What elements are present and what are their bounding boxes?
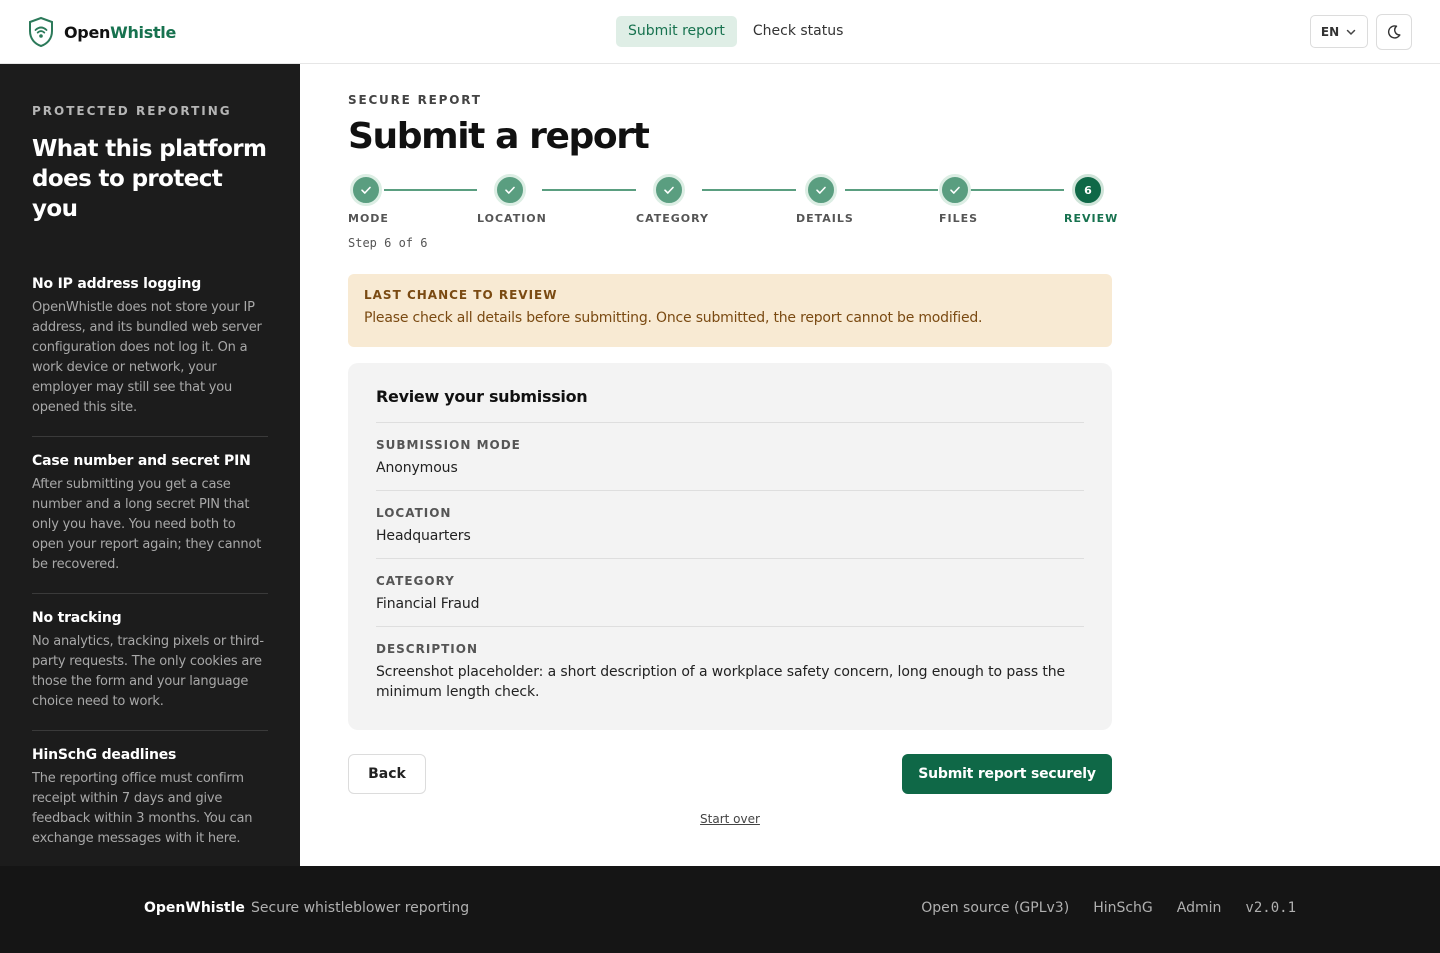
footer-link-admin[interactable]: Admin	[1177, 900, 1222, 916]
step-mode-check-icon	[350, 174, 382, 206]
top-header: OpenWhistle Submit report Check status E…	[0, 0, 1440, 64]
main-nav: Submit report Check status	[616, 16, 855, 47]
sidebar-list: No IP address logging OpenWhistle does n…	[32, 260, 268, 867]
page-footer: OpenWhistle Secure whistleblower reporti…	[0, 866, 1440, 953]
review-row-label: LOCATION	[376, 506, 452, 520]
protection-sidebar: PROTECTED REPORTING What this platform d…	[0, 64, 300, 866]
step-label-location: LOCATION	[477, 212, 547, 225]
review-row-mode: SUBMISSION MODE Anonymous	[376, 423, 1084, 491]
review-row-label: DESCRIPTION	[376, 642, 479, 656]
page-eyebrow: SECURE REPORT	[348, 93, 482, 107]
sidebar-item-body: No analytics, tracking pixels or third-p…	[32, 634, 264, 709]
review-card-title: Review your submission	[376, 387, 1084, 423]
footer-link-hinschg[interactable]: HinSchG	[1093, 900, 1153, 916]
footer-link-open-source[interactable]: Open source (GPLv3)	[921, 900, 1069, 916]
sidebar-item-title: No tracking	[32, 610, 122, 626]
step-location-check-icon	[494, 174, 526, 206]
review-row-category: CATEGORY Financial Fraud	[376, 559, 1084, 627]
footer-brand: OpenWhistle	[144, 900, 245, 916]
review-warning-alert: LAST CHANCE TO REVIEW Please check all d…	[348, 274, 1112, 347]
brand-logo[interactable]: OpenWhistle	[28, 16, 176, 48]
review-row-description: DESCRIPTION Screenshot placeholder: a sh…	[376, 627, 1084, 714]
step-connector	[970, 189, 1064, 191]
step-label-files: FILES	[939, 212, 979, 225]
review-row-value: Headquarters	[376, 528, 471, 544]
step-connector	[542, 189, 636, 191]
shield-wifi-icon	[29, 16, 53, 48]
start-over-link[interactable]: Start over	[348, 812, 1112, 826]
step-label-details: DETAILS	[796, 212, 854, 225]
step-details-check-icon	[805, 174, 837, 206]
review-row-value: Anonymous	[376, 460, 458, 476]
submit-report-button[interactable]: Submit report securely	[902, 754, 1112, 794]
chevron-down-icon	[1346, 29, 1356, 35]
step-category-check-icon	[653, 174, 685, 206]
sidebar-item-title: HinSchG deadlines	[32, 747, 177, 763]
step-count: Step 6 of 6	[348, 236, 428, 250]
sidebar-item-deadlines: HinSchG deadlines The reporting office m…	[32, 731, 268, 867]
sidebar-item-title: No IP address logging	[32, 276, 202, 292]
sidebar-item-case-pin: Case number and secret PIN After submitt…	[32, 437, 268, 594]
nav-submit-report[interactable]: Submit report	[616, 16, 737, 47]
form-actions: Back Submit report securely	[348, 754, 1112, 794]
step-connector	[702, 189, 796, 191]
review-row-label: CATEGORY	[376, 574, 455, 588]
step-review-number: 6	[1072, 174, 1104, 206]
review-summary-card: Review your submission SUBMISSION MODE A…	[348, 363, 1112, 730]
progress-stepper: MODE LOCATION CATEGORY DETAILS FILES 6 R…	[348, 174, 1117, 234]
footer-version: v2.0.1	[1245, 900, 1296, 916]
sidebar-item-body: The reporting office must confirm receip…	[32, 771, 253, 846]
nav-check-status[interactable]: Check status	[741, 16, 856, 47]
footer-links: Open source (GPLv3) HinSchG Admin v2.0.1	[921, 900, 1296, 916]
review-row-value: Screenshot placeholder: a short descript…	[376, 664, 1066, 700]
back-button[interactable]: Back	[348, 754, 426, 794]
language-select[interactable]: EN	[1310, 15, 1368, 48]
step-files-check-icon	[939, 174, 971, 206]
review-row-label: SUBMISSION MODE	[376, 438, 521, 452]
sidebar-eyebrow: PROTECTED REPORTING	[32, 104, 232, 118]
sidebar-item-body: After submitting you get a case number a…	[32, 477, 262, 572]
sidebar-item-no-tracking: No tracking No analytics, tracking pixel…	[32, 594, 268, 731]
review-row-location: LOCATION Headquarters	[376, 491, 1084, 559]
alert-title: LAST CHANCE TO REVIEW	[364, 288, 558, 302]
sidebar-item-ip-logging: No IP address logging OpenWhistle does n…	[32, 260, 268, 437]
step-label-mode: MODE	[348, 212, 389, 225]
sidebar-item-body: OpenWhistle does not store your IP addre…	[32, 300, 262, 415]
review-row-value: Financial Fraud	[376, 596, 480, 612]
theme-toggle-button[interactable]	[1376, 14, 1412, 50]
brand-name: OpenWhistle	[64, 23, 176, 42]
step-connector	[845, 189, 938, 191]
alert-body: Please check all details before submitti…	[364, 310, 983, 326]
step-connector	[384, 189, 477, 191]
footer-tagline: Secure whistleblower reporting	[251, 900, 470, 916]
sidebar-title: What this platform does to protect you	[32, 136, 267, 222]
step-label-category: CATEGORY	[636, 212, 709, 225]
sidebar-item-title: Case number and secret PIN	[32, 453, 251, 469]
page-title: Submit a report	[348, 116, 650, 157]
language-value: EN	[1320, 24, 1340, 39]
main-content: SECURE REPORT Submit a report MODE LOCAT…	[348, 64, 1117, 826]
brand-name-part1: Open	[64, 22, 111, 42]
brand-name-part2: Whistle	[110, 22, 177, 42]
moon-icon	[1387, 25, 1401, 39]
step-label-review: REVIEW	[1064, 212, 1119, 225]
